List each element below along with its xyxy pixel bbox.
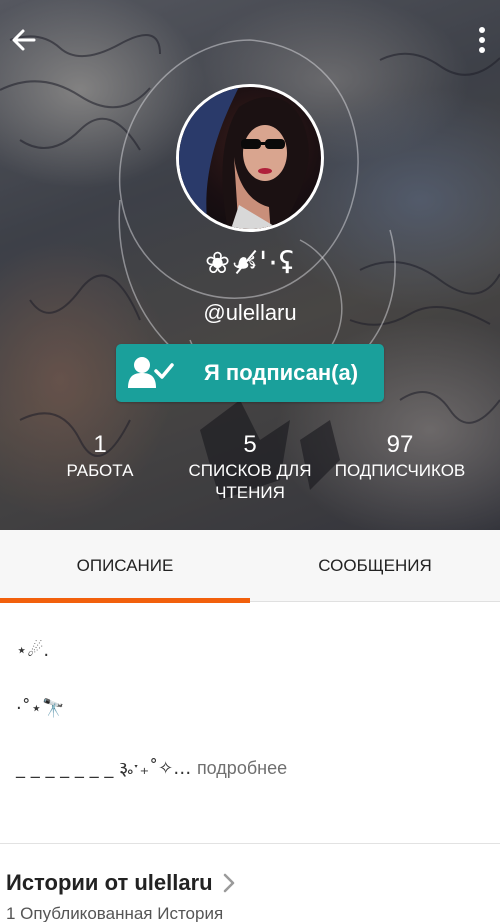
avatar[interactable] [176, 84, 324, 232]
description-line: ·˚⋆🔭 [16, 698, 65, 719]
profile-tabs: ОПИСАНИЕ СООБЩЕНИЯ [0, 530, 500, 603]
stat-label: СПИСКОВ ДЛЯ ЧТЕНИЯ [188, 461, 312, 502]
profile-stats: 1 РАБОТА 5 СПИСКОВ ДЛЯ ЧТЕНИЯ 97 ПОДПИСЧ… [0, 430, 500, 520]
active-tab-indicator [0, 598, 250, 603]
back-button[interactable] [6, 22, 42, 58]
tab-label: СООБЩЕНИЯ [318, 556, 432, 575]
stories-section-header[interactable]: Истории от ulellaru [6, 870, 235, 896]
more-vert-icon [479, 27, 485, 33]
stat-works[interactable]: 1 РАБОТА [50, 430, 150, 482]
tab-description[interactable]: ОПИСАНИЕ [0, 530, 250, 603]
read-more-link[interactable]: подробнее [197, 758, 287, 778]
tab-messages[interactable]: СООБЩЕНИЯ [250, 530, 500, 602]
stat-value: 1 [93, 431, 107, 458]
follow-button[interactable]: Я подписан(а) [116, 344, 384, 402]
chevron-right-icon [223, 873, 234, 893]
avatar-image [179, 87, 309, 229]
description-text: _ _ _ _ _ _ _ ૱ˑ₊˚✧… [16, 758, 192, 779]
stat-label: РАБОТА [66, 461, 134, 480]
stories-title: Истории от ulellaru [6, 870, 213, 895]
stat-value: 97 [386, 431, 414, 458]
username: @ulellaru [203, 300, 297, 325]
tab-label: ОПИСАНИЕ [76, 556, 174, 575]
display-name: ❀☙̸'·ʢ [204, 246, 296, 281]
stat-label: ПОДПИСЧИКОВ [334, 461, 466, 480]
stories-count: 1 Опубликованная История [6, 904, 224, 922]
arrow-left-icon [12, 29, 36, 51]
description-line: ⋆☄. [16, 640, 50, 661]
description-line: _ _ _ _ _ _ _ ૱ˑ₊˚✧… подробнее [16, 758, 287, 779]
divider [0, 843, 500, 844]
stat-reading-lists[interactable]: 5 СПИСКОВ ДЛЯ ЧТЕНИЯ [180, 430, 320, 504]
follow-button-label: Я подписан(а) [204, 360, 359, 385]
stat-followers[interactable]: 97 ПОДПИСЧИКОВ [330, 430, 470, 482]
user-check-icon [116, 344, 186, 402]
stat-value: 5 [243, 431, 257, 458]
more-options-button[interactable] [468, 22, 496, 58]
profile-cover: ❀☙̸'·ʢ @ulellaru Я подписан(а) 1 РАБОТА … [0, 0, 500, 530]
